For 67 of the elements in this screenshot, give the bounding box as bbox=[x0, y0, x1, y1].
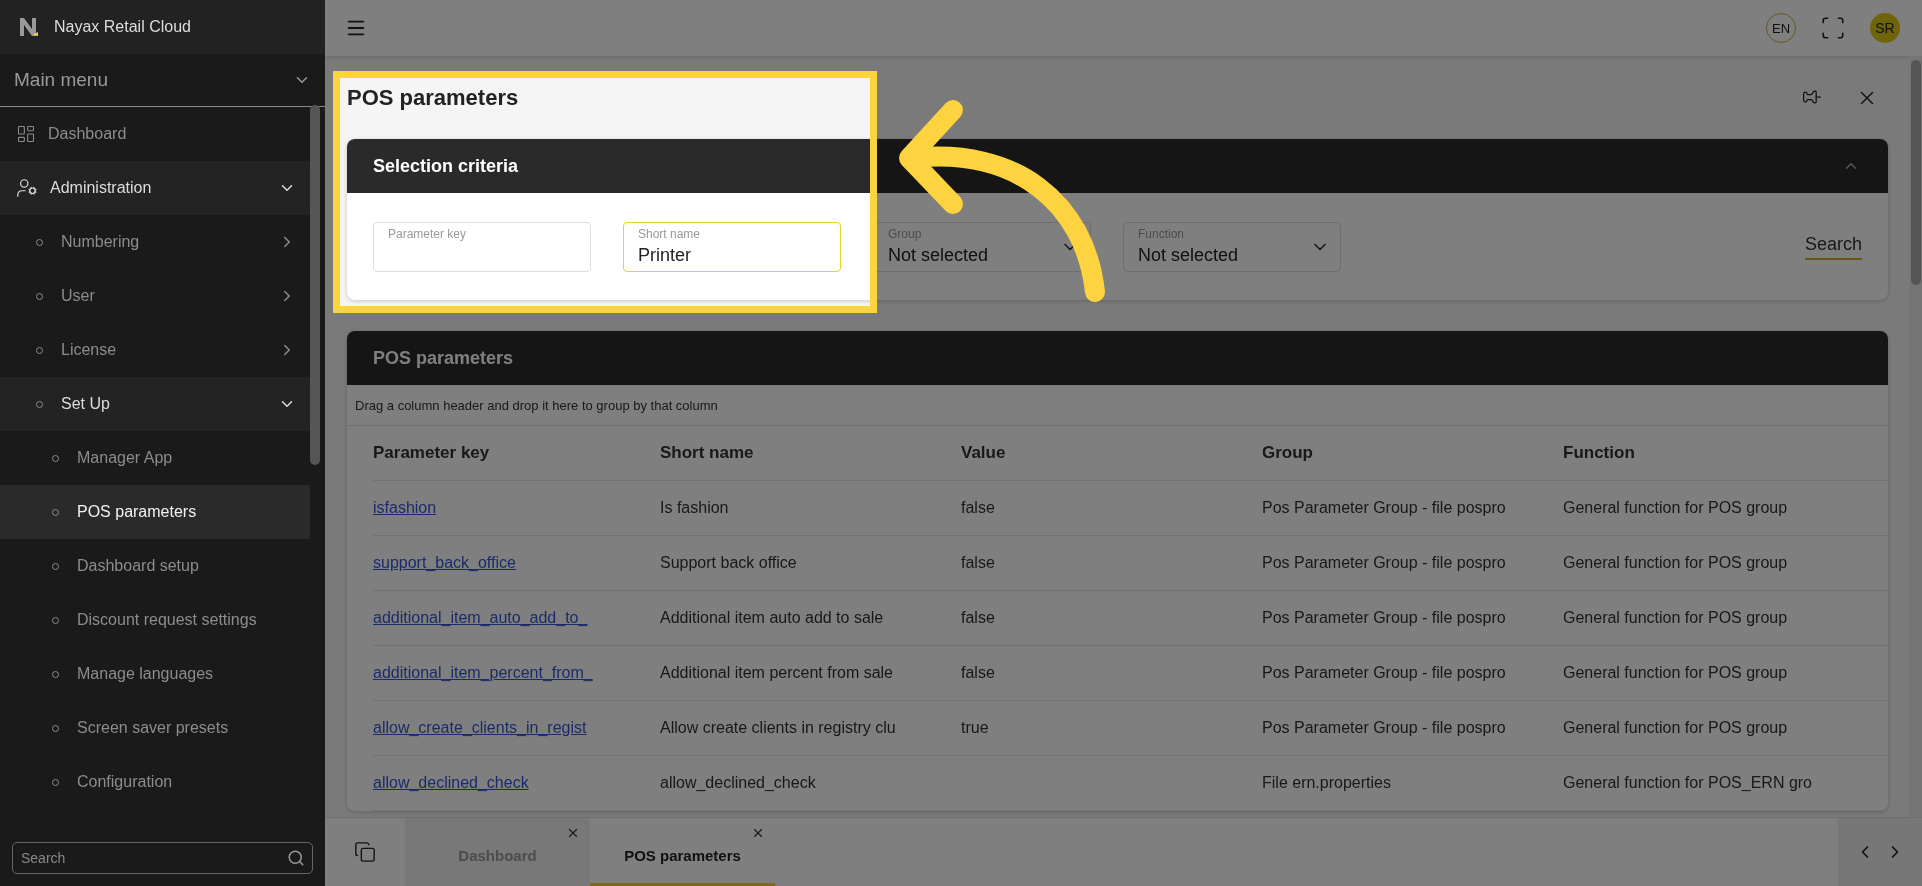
nav-item[interactable]: Administration bbox=[0, 161, 310, 215]
page-title: POS parameters bbox=[347, 84, 519, 111]
parameter-link[interactable]: allow_declined_check bbox=[373, 774, 529, 792]
search-icon bbox=[287, 849, 305, 867]
nav-item[interactable]: Screen saver presets bbox=[0, 701, 310, 755]
logo-icon bbox=[18, 16, 40, 38]
parameter-link[interactable]: additional_item_percent_from_ bbox=[373, 664, 593, 682]
parameter-link[interactable]: isfashion bbox=[373, 499, 437, 517]
column-header[interactable]: Group bbox=[1262, 426, 1563, 481]
text-field[interactable]: Short name Printer bbox=[623, 221, 841, 272]
search-field[interactable]: Search bbox=[12, 842, 313, 874]
user-avatar[interactable]: SR bbox=[1870, 13, 1900, 43]
table-cell: Allow create clients in registry clu bbox=[660, 701, 961, 756]
parameter-link[interactable]: additional_item_auto_add_to_ bbox=[373, 609, 588, 627]
nav-item[interactable]: Manager App bbox=[0, 431, 310, 485]
table-cell: allow_declined_check bbox=[660, 756, 961, 811]
nav-item[interactable]: Dashboard bbox=[0, 107, 310, 161]
card-title: Selection criteria bbox=[373, 155, 519, 177]
app-title: Nayax Retail Cloud bbox=[54, 18, 191, 36]
text-field[interactable]: Parameter key bbox=[373, 221, 591, 272]
column-header[interactable]: Short name bbox=[660, 426, 961, 481]
table-cell: General function for POS group bbox=[1563, 591, 1888, 646]
scrollbar[interactable] bbox=[1911, 60, 1921, 285]
column-header[interactable]: Function bbox=[1563, 426, 1888, 481]
close-icon[interactable] bbox=[751, 826, 765, 840]
table-cell: Pos Parameter Group - file pospro bbox=[1262, 701, 1563, 756]
card-title: POS parameters bbox=[373, 347, 514, 369]
table-cell: Additional item percent from sale bbox=[660, 646, 961, 701]
parameter-link[interactable]: allow_create_clients_in_regist bbox=[373, 719, 587, 737]
table-cell: false bbox=[961, 646, 1262, 701]
table-cell: Pos Parameter Group - file pospro bbox=[1262, 536, 1563, 591]
table-cell: false bbox=[961, 481, 1262, 536]
settings-icon bbox=[16, 177, 38, 199]
table-cell: Additional item auto add to sale bbox=[660, 591, 961, 646]
table-cell: General function for POS group bbox=[1563, 481, 1888, 536]
table-cell: true bbox=[961, 701, 1262, 756]
table-cell: Pos Parameter Group - file pospro bbox=[1262, 591, 1563, 646]
nav-item[interactable]: Dashboard setup bbox=[0, 539, 310, 593]
nav-item[interactable]: Set Up bbox=[0, 377, 310, 431]
nav-item[interactable]: Configuration bbox=[0, 755, 310, 809]
table-cell: Support back office bbox=[660, 536, 961, 591]
nav-item[interactable]: Manage languages bbox=[0, 647, 310, 701]
nav-item[interactable]: Numbering bbox=[0, 215, 310, 269]
table-cell: General function for POS group bbox=[1563, 701, 1888, 756]
nav-item[interactable]: Discount request settings bbox=[0, 593, 310, 647]
nav-item[interactable]: User bbox=[0, 269, 310, 323]
fullscreen-icon[interactable] bbox=[1820, 15, 1846, 41]
nav-item[interactable]: License bbox=[0, 323, 310, 377]
scrollbar[interactable] bbox=[310, 105, 320, 465]
column-header[interactable]: Value bbox=[961, 426, 1262, 481]
parameter-link[interactable]: support_back_office bbox=[373, 554, 516, 572]
search-button[interactable]: Search bbox=[1804, 233, 1862, 260]
table-cell: General function for POS group bbox=[1563, 536, 1888, 591]
table-cell: File ern.properties bbox=[1262, 756, 1563, 811]
close-icon[interactable] bbox=[566, 826, 580, 840]
table-cell: Is fashion bbox=[660, 481, 961, 536]
table-cell: false bbox=[961, 591, 1262, 646]
table-cell: Pos Parameter Group - file pospro bbox=[1262, 481, 1563, 536]
dashboard-icon bbox=[16, 124, 36, 144]
group-by-hint: Drag a column header and drop it here to group by that column bbox=[347, 385, 1888, 426]
language-button[interactable]: EN bbox=[1766, 13, 1796, 43]
column-header[interactable]: Parameter key bbox=[373, 426, 660, 481]
table-cell: General function for POS_ERN gro bbox=[1563, 756, 1888, 811]
nav-item[interactable]: POS parameters bbox=[0, 485, 310, 539]
table-cell: General function for POS group bbox=[1563, 646, 1888, 701]
table-cell: Pos Parameter Group - file pospro bbox=[1262, 646, 1563, 701]
table-cell: false bbox=[961, 536, 1262, 591]
